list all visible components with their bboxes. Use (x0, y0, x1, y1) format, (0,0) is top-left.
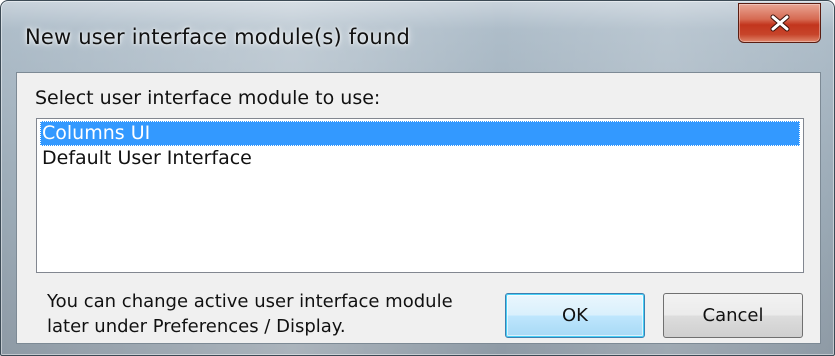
info-note-line-2: later under Preferences / Display. (47, 316, 346, 337)
prompt-label: Select user interface module to use: (35, 87, 381, 109)
info-note: You can change active user interface mod… (47, 289, 453, 339)
close-button[interactable] (738, 3, 821, 43)
close-icon (770, 14, 789, 32)
ok-button[interactable]: OK (505, 293, 645, 338)
list-item-columns-ui[interactable]: Columns UI (40, 121, 800, 146)
list-item-default-user-interface[interactable]: Default User Interface (40, 146, 800, 171)
info-note-line-1: You can change active user interface mod… (47, 291, 453, 312)
dialog-window: New user interface module(s) found Selec… (0, 0, 835, 356)
dialog-body: Select user interface module to use: Col… (16, 72, 821, 344)
module-listbox[interactable]: Columns UI Default User Interface (36, 118, 804, 273)
cancel-button[interactable]: Cancel (663, 293, 803, 338)
window-title: New user interface module(s) found (25, 25, 410, 49)
